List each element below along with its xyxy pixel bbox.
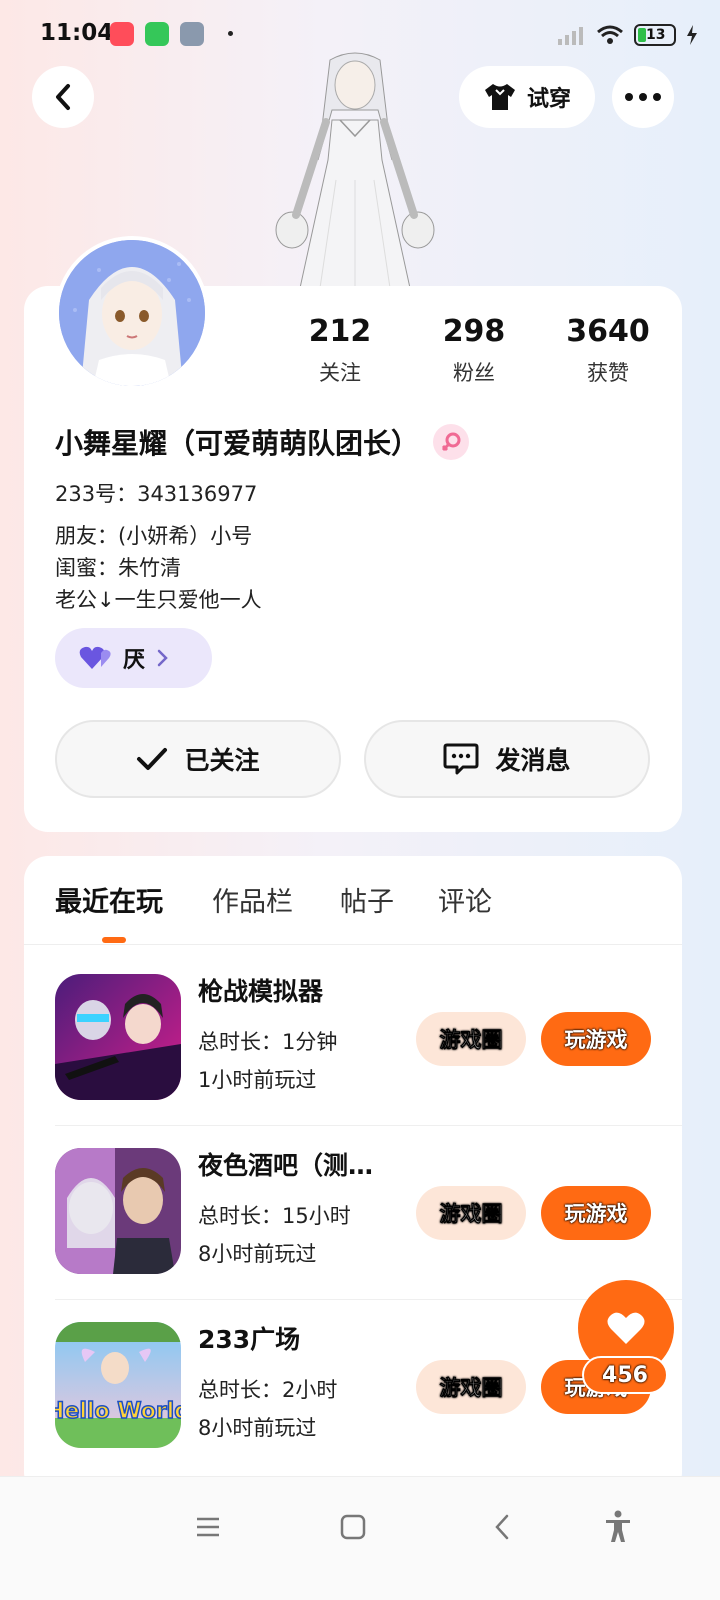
game-last-played: 1小时前玩过 (198, 1068, 317, 1092)
game-row[interactable]: 夜色酒吧（测… 总时长：15小时 8小时前玩过 游戏圈 玩游戏 (24, 1126, 682, 1300)
like-count: 456 (582, 1356, 668, 1394)
heart-pair-icon (79, 646, 111, 669)
chevron-left-icon (56, 84, 70, 110)
menu-button[interactable] (188, 1507, 228, 1547)
tab-works[interactable]: 作品栏 (212, 880, 293, 919)
game-row[interactable]: 枪战模拟器 总时长：1分钟 1小时前玩过 游戏圈 玩游戏 (24, 952, 682, 1126)
stat-followers-label: 粉丝 (453, 361, 495, 385)
game-last-played: 8小时前玩过 (198, 1416, 317, 1440)
accessibility-icon (606, 1510, 630, 1542)
tab-indicator (102, 937, 126, 943)
game-title: 夜色酒吧（测… (198, 1151, 374, 1180)
battery-icon: 13 (634, 24, 676, 46)
tab-posts[interactable]: 帖子 (340, 880, 394, 919)
status-time: 11:04 (40, 20, 114, 46)
game-title: 233广场 (198, 1325, 301, 1354)
tab-recent[interactable]: 最近在玩 (55, 880, 163, 919)
more-dots-icon (625, 93, 661, 101)
game-circle-button[interactable]: 游戏圈 (416, 1012, 526, 1066)
relationship-badge[interactable]: 厌 (55, 628, 212, 688)
avatar[interactable] (55, 236, 209, 390)
home-square-icon (340, 1514, 366, 1540)
game-title: 枪战模拟器 (198, 977, 324, 1006)
bio-line: 朋友：(小妍希）小号 (55, 524, 253, 548)
notification-dot (228, 31, 233, 36)
avatar-image (59, 240, 205, 386)
game-circle-button[interactable]: 游戏圈 (416, 1186, 526, 1240)
chat-bubble-icon (443, 743, 479, 775)
android-app-icon (145, 22, 169, 46)
game-icon (55, 1148, 181, 1274)
badge-label: 厌 (123, 648, 146, 673)
tryon-label: 试穿 (526, 87, 571, 112)
back-button[interactable] (32, 66, 94, 128)
message-button[interactable]: 发消息 (364, 720, 650, 798)
tab-comments[interactable]: 评论 (438, 880, 492, 919)
bio-line: 闺蜜：朱竹清 (55, 556, 181, 580)
stat-followers[interactable]: 298 粉丝 (414, 314, 534, 387)
home-button[interactable] (333, 1507, 373, 1547)
signal-icon (558, 27, 583, 45)
game-icon-overlay-text: Hello World (55, 1399, 181, 1424)
check-icon (137, 748, 168, 770)
stat-following-label: 关注 (319, 361, 361, 385)
bio-line: 老公↓一生只爱他一人 (55, 588, 262, 612)
heart-icon (607, 1312, 645, 1344)
game-duration: 总时长：15小时 (198, 1204, 351, 1228)
game-duration: 总时长：2小时 (198, 1378, 338, 1402)
tab-divider (24, 944, 682, 945)
settings-app-icon (180, 22, 204, 46)
follow-label: 已关注 (184, 746, 260, 775)
follow-button[interactable]: 已关注 (55, 720, 341, 798)
wifi-icon (597, 25, 623, 44)
game-icon (55, 974, 181, 1100)
menu-icon (197, 1517, 219, 1537)
stat-likes-value: 3640 (566, 314, 650, 349)
chevron-right-icon (157, 649, 168, 667)
tryon-button[interactable]: 试穿 (459, 66, 595, 128)
game-circle-button[interactable]: 游戏圈 (416, 1360, 526, 1414)
bio: 朋友：(小妍希）小号 闺蜜：朱竹清 老公↓一生只爱他一人 (55, 520, 262, 616)
profile-name: 小舞星耀（可爱萌萌队团长） (55, 422, 470, 462)
game-last-played: 8小时前玩过 (198, 1242, 317, 1266)
stat-likes-label: 获赞 (587, 361, 629, 385)
stat-followers-value: 298 (442, 314, 506, 349)
charging-icon (687, 25, 697, 45)
game-duration: 总时长：1分钟 (198, 1030, 338, 1054)
message-label: 发消息 (495, 746, 571, 775)
play-game-button[interactable]: 玩游戏 (541, 1186, 651, 1240)
stat-following-value: 212 (308, 314, 372, 349)
battery-level: 13 (646, 27, 666, 43)
stat-following[interactable]: 212 关注 (280, 314, 400, 387)
status-right: 13 (558, 22, 698, 48)
user-id: 233号：343136977 (55, 482, 258, 506)
game-icon: Hello World (55, 1322, 181, 1448)
stat-likes[interactable]: 3640 获赞 (548, 314, 668, 387)
tshirt-icon (484, 84, 515, 110)
system-back-button[interactable] (482, 1507, 522, 1547)
accessibility-button[interactable] (598, 1507, 638, 1547)
profile-name-text: 小舞星耀（可爱萌萌队团长） (55, 427, 420, 460)
back-arrow-icon (495, 1514, 509, 1540)
system-nav-bar (0, 1476, 720, 1600)
play-game-button[interactable]: 玩游戏 (541, 1012, 651, 1066)
female-icon (433, 424, 470, 460)
character-figure[interactable] (270, 50, 440, 288)
video-app-icon (110, 22, 134, 46)
more-button[interactable] (612, 66, 674, 128)
